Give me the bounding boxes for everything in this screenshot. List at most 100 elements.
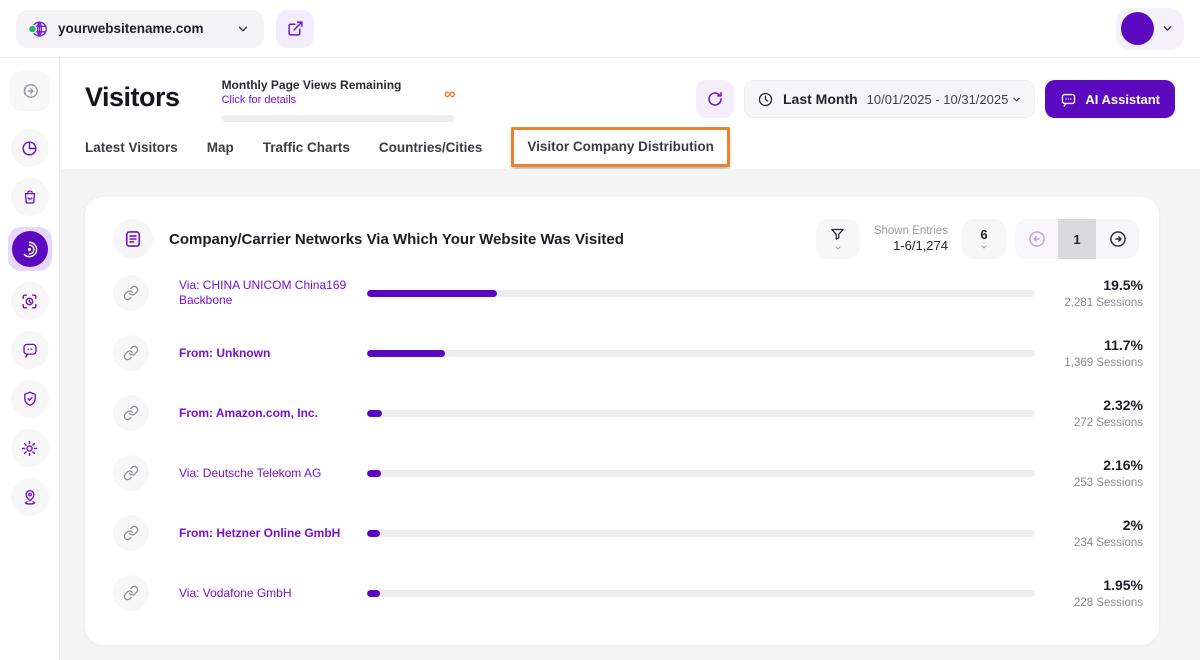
row-label[interactable]: From: Hetzner Online GmbH: [179, 526, 367, 541]
quota-details-link[interactable]: Click for details: [222, 94, 454, 106]
row-icon-circle: [113, 515, 149, 551]
row-stats: 2.16% 253 Sessions: [1047, 457, 1143, 489]
tab-map[interactable]: Map: [207, 140, 234, 155]
row-percent: 1.95%: [1103, 577, 1143, 593]
annotation-highlight-box: Visitor Company Distribution: [511, 127, 730, 167]
globe-icon: [27, 18, 49, 40]
row-bar-track: [367, 589, 1035, 597]
row-bar-fill: [367, 589, 381, 597]
card-header: Company/Carrier Networks Via Which Your …: [113, 219, 1143, 259]
company-row: Via: CHINA UNICOM China169 Backbone 19.5…: [113, 263, 1143, 323]
row-sessions: 1,369 Sessions: [1064, 357, 1143, 369]
tab-countries-cities[interactable]: Countries/Cities: [379, 140, 483, 155]
row-percent: 2.32%: [1103, 397, 1143, 413]
row-percent: 2.16%: [1103, 457, 1143, 473]
page-size-select[interactable]: 6: [962, 219, 1006, 259]
row-sessions: 234 Sessions: [1073, 537, 1143, 549]
link-icon: [123, 465, 139, 481]
row-stats: 11.7% 1,369 Sessions: [1047, 337, 1143, 369]
sidebar-item-expand[interactable]: [9, 71, 50, 111]
header-actions: Last Month 10/01/2025 - 10/31/2025 AI As…: [696, 80, 1175, 118]
prev-page-button[interactable]: [1015, 219, 1058, 259]
chevron-down-icon: [981, 245, 987, 249]
date-range-picker[interactable]: Last Month 10/01/2025 - 10/31/2025: [744, 80, 1036, 118]
card-controls: Shown Entries 1-6/1,274 6 1: [815, 219, 1139, 259]
sidebar-item-snapshots[interactable]: [10, 282, 49, 320]
period-range: 10/01/2025 - 10/31/2025: [867, 92, 1023, 107]
row-bar-fill: [367, 289, 498, 297]
page-title: Visitors: [85, 82, 180, 112]
quota-progress-bar: [221, 115, 454, 122]
shopping-bag-icon: [21, 188, 39, 206]
row-label[interactable]: From: Amazon.com, Inc.: [179, 406, 367, 421]
period-label: Last Month: [783, 91, 858, 107]
chevron-down-icon: [236, 22, 250, 36]
row-label[interactable]: Via: Vodafone GmbH: [179, 586, 367, 601]
sidebar-item-settings[interactable]: [10, 429, 49, 467]
tab-visitor-company-distribution[interactable]: Visitor Company Distribution: [527, 139, 714, 154]
company-list: Via: CHINA UNICOM China169 Backbone 19.5…: [113, 263, 1143, 623]
document-list-icon: [123, 229, 143, 249]
page-size-value: 6: [980, 227, 988, 242]
pie-chart-icon: [20, 139, 39, 158]
sidebar-item-dashboard[interactable]: [10, 129, 49, 167]
row-bar-fill: [367, 529, 381, 537]
funnel-icon: [829, 226, 846, 243]
row-icon-circle: [113, 395, 149, 431]
filter-button[interactable]: [815, 219, 860, 259]
row-stats: 19.5% 2,281 Sessions: [1047, 277, 1143, 309]
row-percent: 11.7%: [1104, 337, 1143, 353]
refresh-icon: [706, 90, 724, 108]
refresh-button[interactable]: [696, 80, 734, 118]
report-icon-circle: [113, 219, 153, 259]
visitors-tab-bar: Latest Visitors Map Traffic Charts Count…: [60, 122, 1200, 169]
account-menu[interactable]: [1116, 7, 1184, 50]
row-bar-fill: [367, 349, 446, 357]
row-bar-fill: [367, 469, 382, 477]
sidebar-item-locations[interactable]: [10, 478, 49, 516]
sidebar-item-visitors[interactable]: [7, 227, 52, 271]
company-row: From: Amazon.com, Inc. 2.32% 272 Session…: [113, 383, 1143, 443]
focus-clock-icon: [20, 292, 39, 311]
ai-assistant-button[interactable]: AI Assistant: [1045, 80, 1175, 118]
tab-traffic-charts[interactable]: Traffic Charts: [263, 140, 350, 155]
tab-latest-visitors[interactable]: Latest Visitors: [85, 140, 178, 155]
row-bar-track: [367, 349, 1035, 357]
shown-entries-label: Shown Entries: [873, 225, 948, 237]
row-bar-track: [367, 469, 1035, 477]
chat-bubble-icon: [21, 341, 39, 359]
website-selector[interactable]: yourwebsitename.com: [16, 9, 264, 48]
topbar: yourwebsitename.com: [0, 0, 1200, 58]
row-sessions: 2,281 Sessions: [1064, 297, 1143, 309]
arrow-right-circle-icon: [20, 81, 40, 101]
company-row: Via: Vodafone GmbH 1.95% 228 Sessions: [113, 563, 1143, 623]
location-pin-icon: [21, 488, 39, 506]
row-label[interactable]: Via: Deutsche Telekom AG: [179, 466, 367, 481]
clock-icon: [757, 91, 774, 108]
row-label[interactable]: Via: CHINA UNICOM China169 Backbone: [179, 278, 367, 308]
row-stats: 1.95% 228 Sessions: [1047, 577, 1143, 609]
website-name: yourwebsitename.com: [58, 21, 204, 36]
shown-entries: Shown Entries 1-6/1,274: [874, 225, 948, 253]
radar-icon: [11, 231, 48, 267]
chevron-down-icon: [1161, 22, 1174, 35]
row-label[interactable]: From: Unknown: [179, 346, 367, 361]
row-bar-track: [367, 289, 1035, 297]
avatar: [1121, 12, 1154, 45]
row-icon-circle: [113, 275, 149, 311]
sidebar-item-chat[interactable]: [10, 331, 49, 369]
row-sessions: 253 Sessions: [1073, 477, 1143, 489]
sidebar-item-store[interactable]: [10, 178, 49, 216]
infinity-icon: ∞: [444, 86, 456, 103]
row-sessions: 272 Sessions: [1073, 417, 1143, 429]
page-header: Visitors Monthly Page Views Remaining Cl…: [60, 58, 1200, 122]
company-distribution-card: Company/Carrier Networks Via Which Your …: [85, 197, 1159, 645]
link-icon: [123, 285, 139, 301]
open-website-button[interactable]: [276, 9, 314, 48]
next-page-button[interactable]: [1096, 219, 1139, 259]
sidebar-item-security[interactable]: [10, 380, 49, 418]
sidebar: [0, 58, 60, 660]
quota-title: Monthly Page Views Remaining: [221, 78, 402, 92]
arrow-left-circle-icon: [1027, 229, 1047, 249]
pageviews-quota-widget: Monthly Page Views Remaining Click for d…: [221, 78, 456, 122]
